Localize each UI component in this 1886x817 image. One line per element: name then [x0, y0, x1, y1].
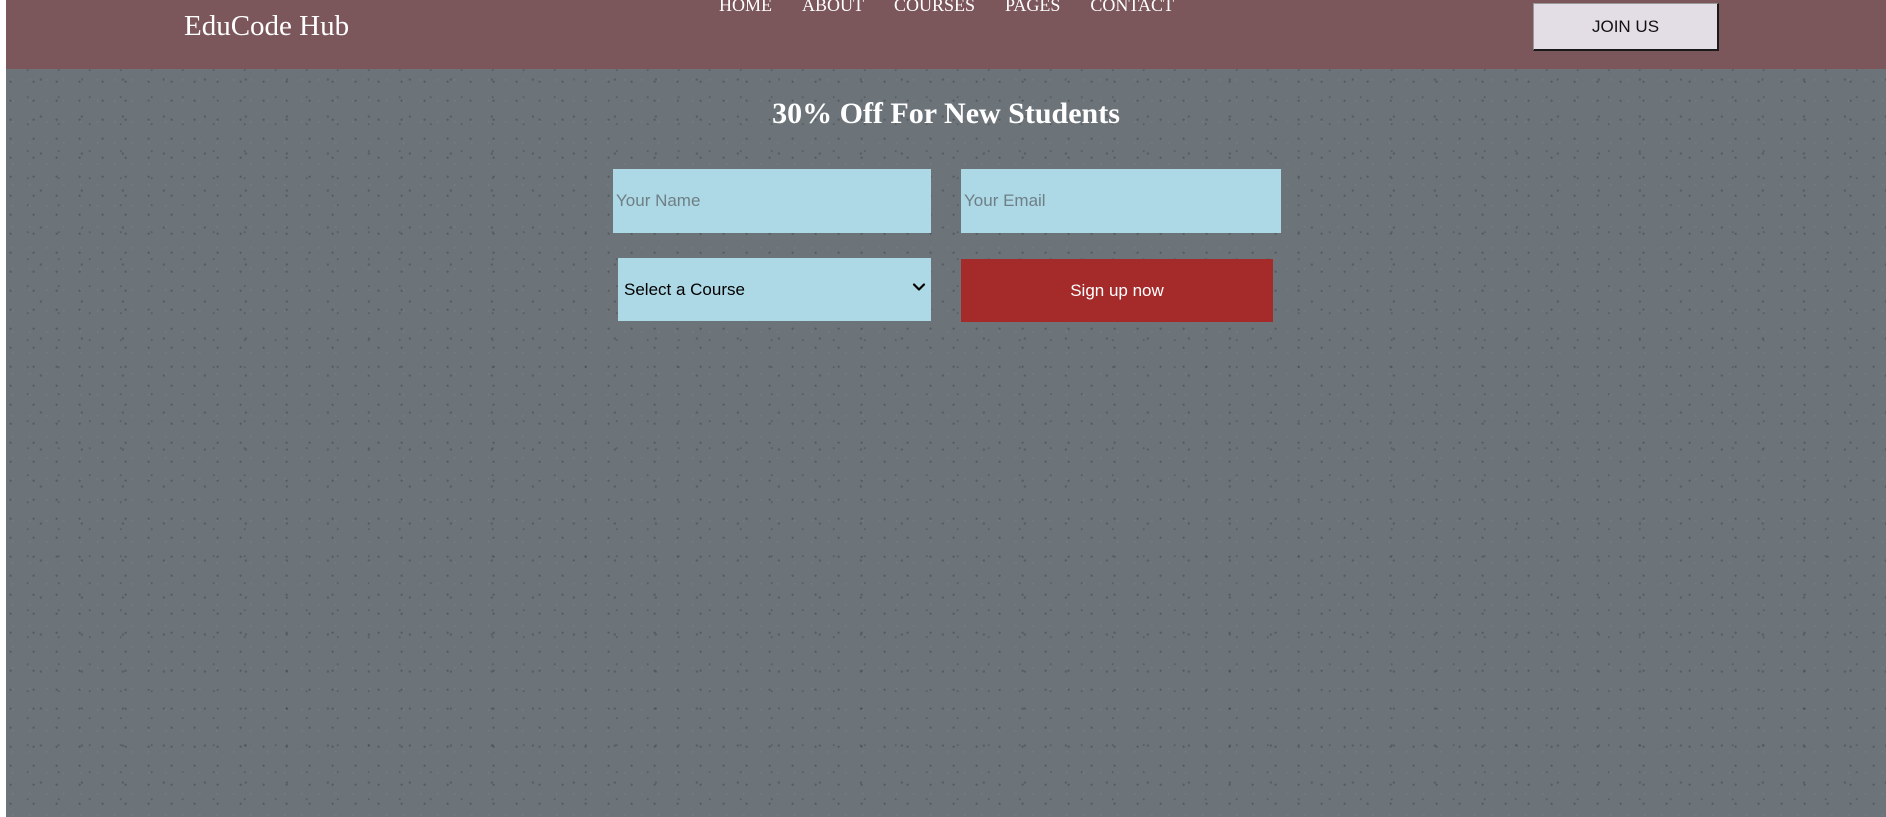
email-input[interactable]	[961, 169, 1281, 233]
main-nav: HOME ABOUT COURSES PAGES CONTACT	[719, 0, 1204, 16]
site-header: EduCode Hub HOME ABOUT COURSES PAGES CON…	[6, 0, 1886, 69]
nav-link-home[interactable]: HOME	[719, 0, 772, 16]
name-input[interactable]	[613, 169, 931, 233]
course-select-value: Select a Course	[624, 280, 745, 299]
sign-up-button[interactable]: Sign up now	[961, 259, 1273, 322]
nav-link-courses[interactable]: COURSES	[894, 0, 975, 16]
page-background: EduCode Hub HOME ABOUT COURSES PAGES CON…	[6, 0, 1886, 817]
offer-title: 30% Off For New Students	[772, 97, 1120, 130]
chevron-down-icon	[912, 283, 926, 291]
join-us-button[interactable]: JOIN US	[1533, 3, 1719, 51]
nav-link-about[interactable]: ABOUT	[802, 0, 864, 16]
course-select[interactable]: Select a Course	[618, 258, 931, 321]
site-logo-text[interactable]: EduCode Hub	[184, 8, 349, 44]
nav-link-pages[interactable]: PAGES	[1005, 0, 1060, 16]
nav-link-contact[interactable]: CONTACT	[1090, 0, 1174, 16]
